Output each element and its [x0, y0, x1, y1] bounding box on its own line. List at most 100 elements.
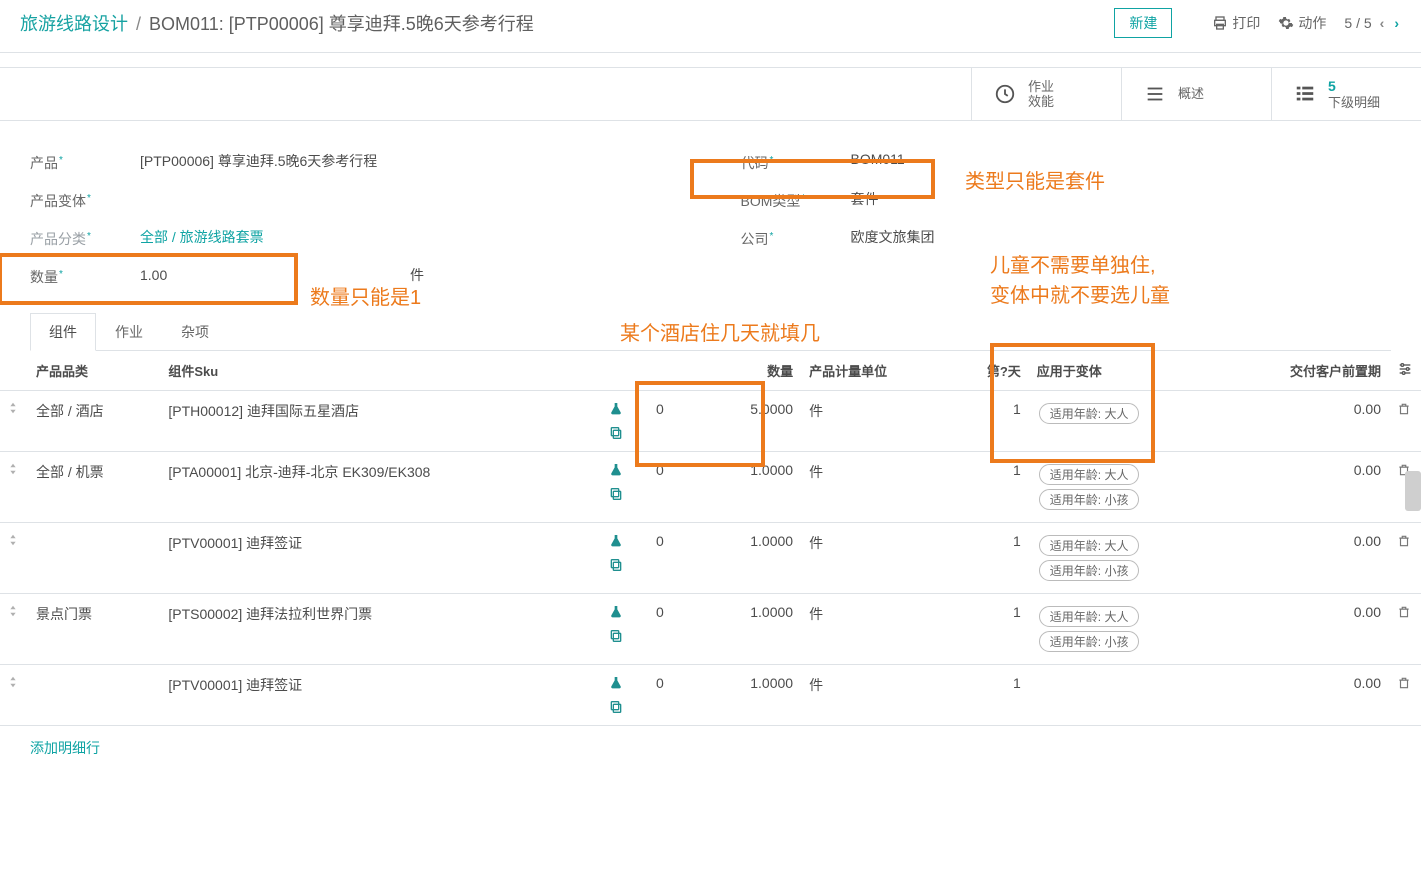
- col-qty[interactable]: 数量: [708, 351, 801, 391]
- cell-qty[interactable]: 5.0000: [708, 391, 801, 452]
- cell-day[interactable]: 1: [950, 452, 1029, 523]
- cell-sku[interactable]: [PTV00001] 迪拜签证: [160, 665, 600, 726]
- flask-icon[interactable]: [608, 604, 624, 620]
- cell-variants[interactable]: 适用年龄: 大人适用年龄: 小孩: [1029, 594, 1220, 665]
- cell-variants[interactable]: 适用年龄: 大人: [1029, 391, 1220, 452]
- col-category[interactable]: 产品品类: [28, 351, 160, 391]
- variant-tag[interactable]: 适用年龄: 大人: [1039, 606, 1140, 627]
- tab-components[interactable]: 组件: [30, 313, 96, 351]
- flask-icon[interactable]: [608, 401, 624, 417]
- cell-day[interactable]: 1: [950, 594, 1029, 665]
- cell-sku[interactable]: [PTA00001] 北京-迪拜-北京 EK309/EK308: [160, 452, 600, 523]
- breadcrumb-root[interactable]: 旅游线路设计: [20, 10, 128, 36]
- cell-variants[interactable]: 适用年龄: 大人适用年龄: 小孩: [1029, 452, 1220, 523]
- cell-category[interactable]: [28, 523, 160, 594]
- col-uom[interactable]: 产品计量单位: [801, 351, 950, 391]
- variant-tag[interactable]: 适用年龄: 小孩: [1039, 631, 1140, 652]
- drag-handle-icon[interactable]: [8, 401, 18, 415]
- stat-bar: 作业 效能 概述 5 下级明细: [0, 67, 1421, 121]
- drag-handle-icon[interactable]: [8, 462, 18, 476]
- cell-category[interactable]: 全部 / 机票: [28, 452, 160, 523]
- value-company[interactable]: 欧度文旅集团: [851, 227, 1392, 247]
- cell-lead[interactable]: 0.00: [1220, 452, 1389, 523]
- trash-icon[interactable]: [1397, 675, 1411, 691]
- cell-qty[interactable]: 1.0000: [708, 665, 801, 726]
- variant-tag[interactable]: 适用年龄: 大人: [1039, 403, 1140, 424]
- cell-qty[interactable]: 1.0000: [708, 594, 801, 665]
- stat-details[interactable]: 5 下级明细: [1271, 68, 1421, 120]
- table-row[interactable]: 景点门票[PTS00002] 迪拜法拉利世界门票01.0000件1适用年龄: 大…: [0, 594, 1421, 665]
- copy-icon[interactable]: [608, 557, 624, 573]
- flask-icon[interactable]: [608, 675, 624, 691]
- variant-tag[interactable]: 适用年龄: 小孩: [1039, 489, 1140, 510]
- cell-qty[interactable]: 1.0000: [708, 523, 801, 594]
- tab-misc[interactable]: 杂项: [162, 313, 228, 350]
- cell-category[interactable]: 景点门票: [28, 594, 160, 665]
- print-button[interactable]: 打印: [1212, 13, 1260, 33]
- copy-icon[interactable]: [608, 425, 624, 441]
- drag-handle-icon[interactable]: [8, 675, 18, 689]
- cell-day[interactable]: 1: [950, 391, 1029, 452]
- new-button[interactable]: 新建: [1114, 8, 1172, 38]
- form-sheet: 产品* [PTP00006] 尊享迪拜.5晚6天参考行程 产品变体* 产品分类*…: [0, 121, 1421, 770]
- trash-icon[interactable]: [1397, 533, 1411, 549]
- copy-icon[interactable]: [608, 628, 624, 644]
- cell-category[interactable]: 全部 / 酒店: [28, 391, 160, 452]
- drag-handle-icon[interactable]: [8, 604, 18, 618]
- value-product[interactable]: [PTP00006] 尊享迪拜.5晚6天参考行程: [140, 151, 681, 171]
- copy-icon[interactable]: [608, 699, 624, 715]
- cell-lead[interactable]: 0.00: [1220, 594, 1389, 665]
- stat-overview[interactable]: 概述: [1121, 68, 1271, 120]
- drag-handle-icon[interactable]: [8, 533, 18, 547]
- cell-lead[interactable]: 0.00: [1220, 665, 1389, 726]
- stat-operations[interactable]: 作业 效能: [971, 68, 1121, 120]
- cell-lead[interactable]: 0.00: [1220, 523, 1389, 594]
- cell-uom[interactable]: 件: [801, 665, 950, 726]
- cell-sku[interactable]: [PTH00012] 迪拜国际五星酒店: [160, 391, 600, 452]
- value-code[interactable]: BOM011: [851, 151, 1392, 167]
- copy-icon[interactable]: [608, 486, 624, 502]
- table-row[interactable]: 全部 / 机票[PTA00001] 北京-迪拜-北京 EK309/EK30801…: [0, 452, 1421, 523]
- trash-icon[interactable]: [1397, 604, 1411, 620]
- pager-value[interactable]: 5 / 5: [1344, 15, 1371, 31]
- table-row[interactable]: [PTV00001] 迪拜签证01.0000件1适用年龄: 大人适用年龄: 小孩…: [0, 523, 1421, 594]
- flask-icon[interactable]: [608, 533, 624, 549]
- cell-uom[interactable]: 件: [801, 523, 950, 594]
- input-quantity[interactable]: [140, 267, 290, 283]
- column-config-icon[interactable]: [1397, 361, 1413, 377]
- action-button[interactable]: 动作: [1278, 13, 1326, 33]
- table-row[interactable]: 全部 / 酒店[PTH00012] 迪拜国际五星酒店 05.0000件1 适用年龄:…: [0, 391, 1421, 452]
- trash-icon[interactable]: [1397, 401, 1411, 417]
- add-line-link[interactable]: 添加明细行: [0, 726, 1421, 770]
- cell-zero: 0: [648, 391, 708, 452]
- cell-day[interactable]: 1: [950, 665, 1029, 726]
- label-code: 代码: [741, 155, 769, 171]
- variant-tag[interactable]: 适用年龄: 小孩: [1039, 560, 1140, 581]
- cell-uom[interactable]: 件: [801, 452, 950, 523]
- cell-category[interactable]: [28, 665, 160, 726]
- variant-tag[interactable]: 适用年龄: 大人: [1039, 535, 1140, 556]
- cell-qty[interactable]: 1.0000: [708, 452, 801, 523]
- tab-operations[interactable]: 作业: [96, 313, 162, 350]
- cell-variants[interactable]: [1029, 665, 1220, 726]
- sheet-scroll-hint[interactable]: [1405, 471, 1421, 511]
- cell-sku[interactable]: [PTS00002] 迪拜法拉利世界门票: [160, 594, 600, 665]
- cell-lead[interactable]: 0.00: [1220, 391, 1389, 452]
- label-variant: 产品变体: [30, 193, 86, 209]
- col-sku[interactable]: 组件Sku: [160, 351, 600, 391]
- flask-icon[interactable]: [608, 462, 624, 478]
- col-lead[interactable]: 交付客户前置期: [1220, 351, 1389, 391]
- variant-tag[interactable]: 适用年龄: 大人: [1039, 464, 1140, 485]
- value-bomtype[interactable]: 套件: [851, 189, 1392, 209]
- cell-uom[interactable]: 件: [801, 594, 950, 665]
- pager-next[interactable]: ›: [1392, 15, 1401, 31]
- col-day[interactable]: 第?天: [950, 351, 1029, 391]
- table-row[interactable]: [PTV00001] 迪拜签证01.0000件10.00: [0, 665, 1421, 726]
- cell-variants[interactable]: 适用年龄: 大人适用年龄: 小孩: [1029, 523, 1220, 594]
- col-variants[interactable]: 应用于变体: [1029, 351, 1220, 391]
- value-category[interactable]: 全部 / 旅游线路套票: [140, 227, 681, 247]
- cell-sku[interactable]: [PTV00001] 迪拜签证: [160, 523, 600, 594]
- pager-prev[interactable]: ‹: [1378, 15, 1387, 31]
- cell-uom[interactable]: 件: [801, 391, 950, 452]
- cell-day[interactable]: 1: [950, 523, 1029, 594]
